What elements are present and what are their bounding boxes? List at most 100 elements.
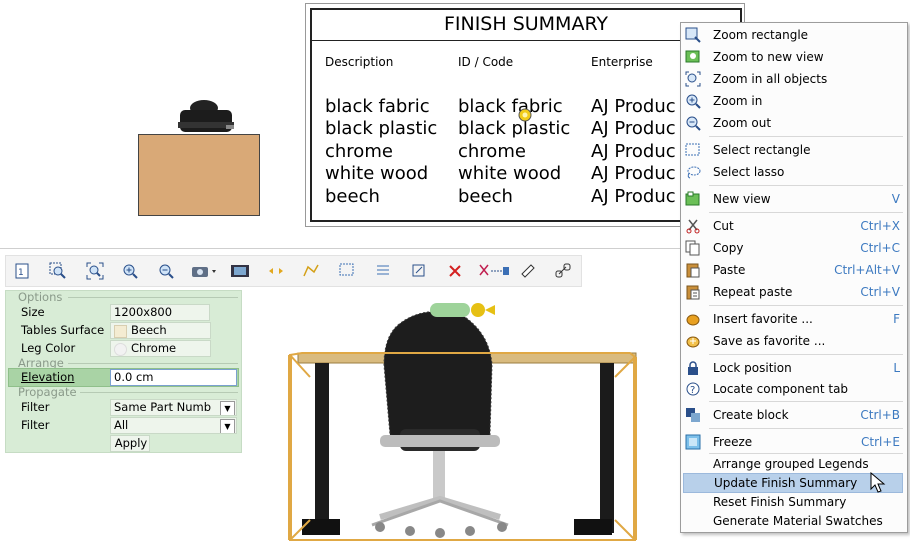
menu-item-label: Zoom in — [713, 94, 763, 108]
cell-enterprise: AJ Produc — [591, 186, 676, 207]
chair-top-view[interactable] — [176, 98, 236, 134]
options-panel: Options Size 1200x800 Tables Surface Bee… — [5, 290, 242, 453]
menu-item-zoom-all[interactable]: Zoom in all objects — [681, 69, 907, 89]
zoom-rectangle-icon[interactable] — [46, 259, 70, 283]
size-field[interactable]: 1200x800 — [110, 304, 210, 321]
menu-item-label: Freeze — [713, 435, 753, 449]
menu-item-lock-position[interactable]: Lock position L — [681, 358, 907, 378]
filter-label: Filter — [21, 400, 50, 414]
cell-enterprise: AJ Produc — [591, 163, 676, 184]
filter2-value: All — [114, 418, 129, 432]
menu-item-label: Generate Material Swatches — [713, 514, 883, 528]
link-icon[interactable] — [551, 259, 575, 283]
menu-item-select-lasso[interactable]: Select lasso — [681, 162, 907, 182]
cut-icon[interactable] — [476, 259, 512, 283]
cell-id: black fabric — [458, 96, 563, 117]
cell-id: white wood — [458, 163, 562, 184]
copy-icon — [685, 240, 700, 256]
tables-surface-label: Tables Surface — [21, 323, 105, 337]
menu-item-reset-finish-summary[interactable]: Reset Finish Summary — [681, 492, 907, 512]
desk-chair-3d-view[interactable] — [280, 295, 640, 547]
dropdown-arrow-icon[interactable]: ▼ — [220, 419, 235, 433]
zoom-new-view-icon — [685, 50, 700, 63]
filter-select-1[interactable]: Same Part Numb ▼ — [110, 399, 237, 416]
menu-item-label: Zoom rectangle — [713, 28, 809, 42]
menu-separator — [709, 401, 903, 402]
menu-item-zoom-rectangle[interactable]: Zoom rectangle — [681, 25, 907, 45]
menu-item-locate-component-tab[interactable]: ? Locate component tab — [681, 379, 907, 399]
lock-icon — [688, 361, 698, 375]
header-enterprise: Enterprise — [591, 55, 653, 69]
svg-text:?: ? — [690, 385, 695, 396]
pin-icon[interactable] — [516, 106, 534, 124]
insert-favorite-icon — [686, 314, 700, 326]
menu-item-freeze[interactable]: Freeze Ctrl+E — [681, 432, 907, 452]
size-label: Size — [21, 305, 45, 319]
zoom-in-icon[interactable] — [118, 259, 142, 283]
menu-item-shortcut: Ctrl+X — [860, 219, 900, 233]
menu-item-label: Arrange grouped Legends — [713, 457, 869, 471]
finish-summary-table[interactable]: FINISH SUMMARY Description ID / Code Ent… — [310, 8, 742, 222]
view-divider — [0, 248, 680, 249]
finish-summary-title: FINISH SUMMARY — [443, 13, 609, 35]
menu-item-new-view[interactable]: New view V — [681, 189, 907, 209]
cell-enterprise: AJ Produc — [591, 118, 676, 139]
menu-item-shortcut: Ctrl+C — [860, 241, 900, 255]
header-id-code: ID / Code — [458, 55, 514, 69]
select-rectangle-icon[interactable] — [335, 259, 359, 283]
menu-item-save-favorite[interactable]: Save as favorite ... — [681, 331, 907, 351]
view-toolbar: 1 — [5, 255, 582, 287]
leg-color-value: Chrome — [131, 341, 177, 355]
menu-item-create-block[interactable]: Create block Ctrl+B — [681, 405, 907, 425]
menu-item-label: Update Finish Summary — [714, 476, 858, 490]
cell-description: chrome — [325, 141, 393, 162]
zoom-out-icon[interactable] — [154, 259, 178, 283]
menu-item-label: Lock position — [713, 361, 792, 375]
scissors-icon — [686, 219, 700, 234]
chrome-swatch-icon — [114, 343, 127, 356]
menu-item-insert-favorite[interactable]: Insert favorite ... F — [681, 309, 907, 329]
menu-item-copy[interactable]: Copy Ctrl+C — [681, 238, 907, 258]
film-icon[interactable] — [228, 259, 252, 283]
apply-button[interactable]: Apply — [110, 435, 150, 452]
menu-item-label: Repeat paste — [713, 285, 793, 299]
menu-separator — [709, 305, 903, 306]
menu-item-zoom-new-view[interactable]: Zoom to new view — [681, 47, 907, 67]
leg-color-field[interactable]: Chrome — [110, 340, 211, 357]
polyline-icon[interactable] — [299, 259, 323, 283]
menu-item-arrange-grouped-legends[interactable]: Arrange grouped Legends — [681, 454, 907, 474]
move-arrows-icon[interactable] — [264, 259, 288, 283]
svg-text:1: 1 — [18, 268, 24, 278]
page-view-icon[interactable]: 1 — [11, 259, 35, 283]
elevation-input[interactable]: 0.0 cm — [110, 369, 237, 386]
transform-icon[interactable] — [407, 259, 431, 283]
cell-enterprise: AJ Produc — [591, 141, 676, 162]
menu-item-label: Copy — [713, 241, 744, 255]
delete-icon[interactable] — [443, 259, 467, 283]
list-icon[interactable] — [371, 259, 395, 283]
menu-item-label: Paste — [713, 263, 746, 277]
tables-surface-value: Beech — [131, 323, 167, 337]
zoom-all-icon — [685, 71, 701, 87]
menu-item-repeat-paste[interactable]: Repeat paste Ctrl+V — [681, 282, 907, 302]
create-block-icon — [686, 408, 700, 422]
menu-item-cut[interactable]: Cut Ctrl+X — [681, 216, 907, 236]
camera-icon[interactable] — [189, 259, 221, 283]
menu-item-zoom-in[interactable]: Zoom in — [681, 91, 907, 111]
menu-item-zoom-out[interactable]: Zoom out — [681, 113, 907, 133]
tables-surface-field[interactable]: Beech — [110, 322, 211, 339]
cell-description: white wood — [325, 163, 429, 184]
menu-item-label: Insert favorite ... — [713, 312, 813, 326]
zoom-in-icon — [686, 94, 701, 109]
title-divider — [312, 40, 740, 41]
menu-item-generate-material-swatches[interactable]: Generate Material Swatches — [681, 511, 907, 531]
filter-select-2[interactable]: All ▼ — [110, 417, 237, 434]
ruler-icon[interactable] — [516, 259, 540, 283]
menu-item-paste[interactable]: Paste Ctrl+Alt+V — [681, 260, 907, 280]
cell-enterprise: AJ Produc — [591, 96, 676, 117]
dropdown-arrow-icon[interactable]: ▼ — [220, 401, 235, 415]
zoom-all-icon[interactable] — [83, 259, 107, 283]
menu-item-select-rectangle[interactable]: Select rectangle — [681, 140, 907, 160]
desk-block-3d[interactable] — [138, 134, 260, 216]
cell-id: black plastic — [458, 118, 571, 139]
